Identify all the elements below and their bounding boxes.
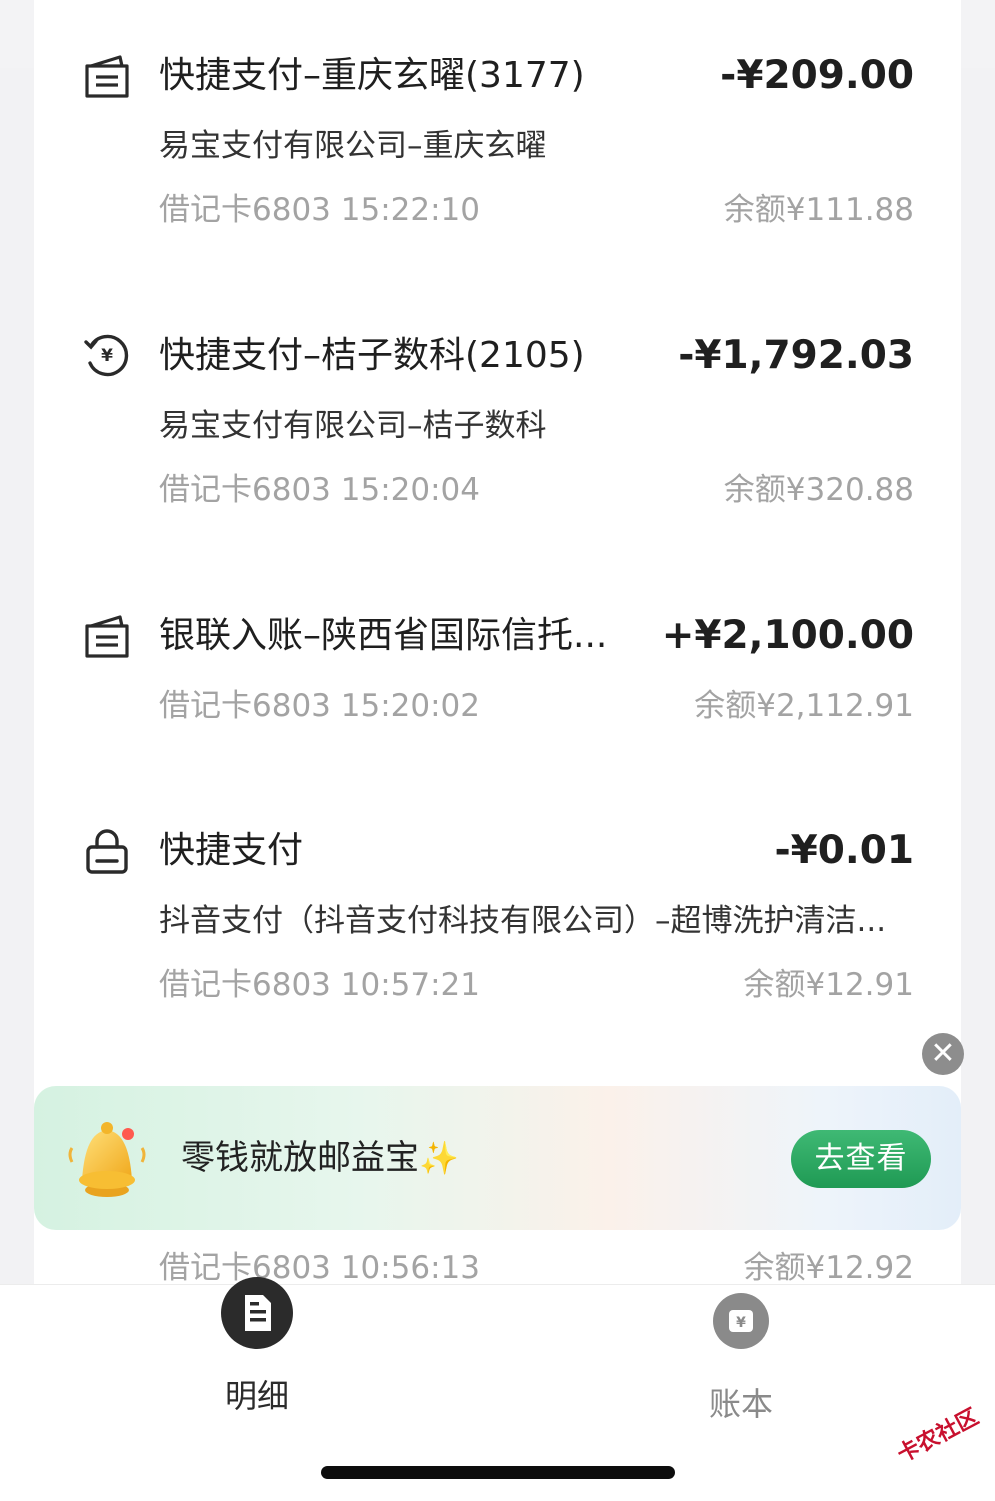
transaction-card-time: 借记卡6803 15:22:10 [159,192,480,228]
transaction-title: 银联入账–陕西省国际信托... [159,615,608,656]
banner-close-button[interactable]: ✕ [922,1033,964,1075]
home-indicator [321,1466,675,1479]
transaction-amount: -¥1,792.03 [678,333,914,378]
tab-details[interactable]: 明细 [157,1277,357,1417]
transaction-merchant: 抖音支付（抖音支付科技有限公司）–超博洗护清洁... [159,903,887,939]
receipt-icon [82,52,132,102]
transaction-title: 快捷支付–桔子数科(2105) [159,335,585,376]
banner-text-label: 零钱就放邮益宝 [181,1138,419,1178]
transaction-balance: 余额¥2,112.91 [694,688,914,724]
transaction-balance: 余额¥12.91 [743,967,914,1003]
tab-ledger[interactable]: ¥ 账本 [641,1293,841,1425]
refund-yen-icon: ¥ [82,330,132,380]
transaction-balance: 余额¥320.88 [723,472,914,508]
transaction-merchant: 易宝支付有限公司–重庆玄曜 [159,128,547,164]
transaction-amount: -¥209.00 [720,53,914,98]
transaction-balance: 余额¥12.92 [743,1250,914,1286]
bell-icon [62,1114,152,1204]
sparkle-icon: ✨ [419,1139,459,1177]
go-view-button[interactable]: 去查看 [791,1130,931,1188]
transaction-card-time: 借记卡6803 10:57:21 [159,967,480,1003]
ledger-icon: ¥ [713,1293,769,1349]
tab-label: 明细 [224,1377,289,1415]
transaction-merchant: 易宝支付有限公司–桔子数科 [159,408,547,444]
receipt-icon [82,612,132,662]
shopping-bag-icon [82,827,132,877]
tab-label: 账本 [708,1385,773,1423]
promo-banner[interactable]: 零钱就放邮益宝✨ 去查看 [34,1086,961,1230]
banner-text: 零钱就放邮益宝✨ [181,1134,459,1182]
svg-text:¥: ¥ [101,346,113,366]
transaction-title: 快捷支付–重庆玄曜(3177) [159,55,585,96]
transaction-amount: +¥2,100.00 [661,613,914,658]
svg-text:¥: ¥ [736,1315,746,1331]
transaction-card-time: 借记卡6803 15:20:02 [159,688,480,724]
close-icon: ✕ [930,1036,956,1071]
transaction-title: 快捷支付 [159,830,304,871]
transaction-amount: -¥0.01 [774,828,914,873]
transaction-balance: 余额¥111.88 [723,192,914,228]
transaction-card-time: 借记卡6803 15:20:04 [159,472,480,508]
document-icon [221,1277,293,1349]
